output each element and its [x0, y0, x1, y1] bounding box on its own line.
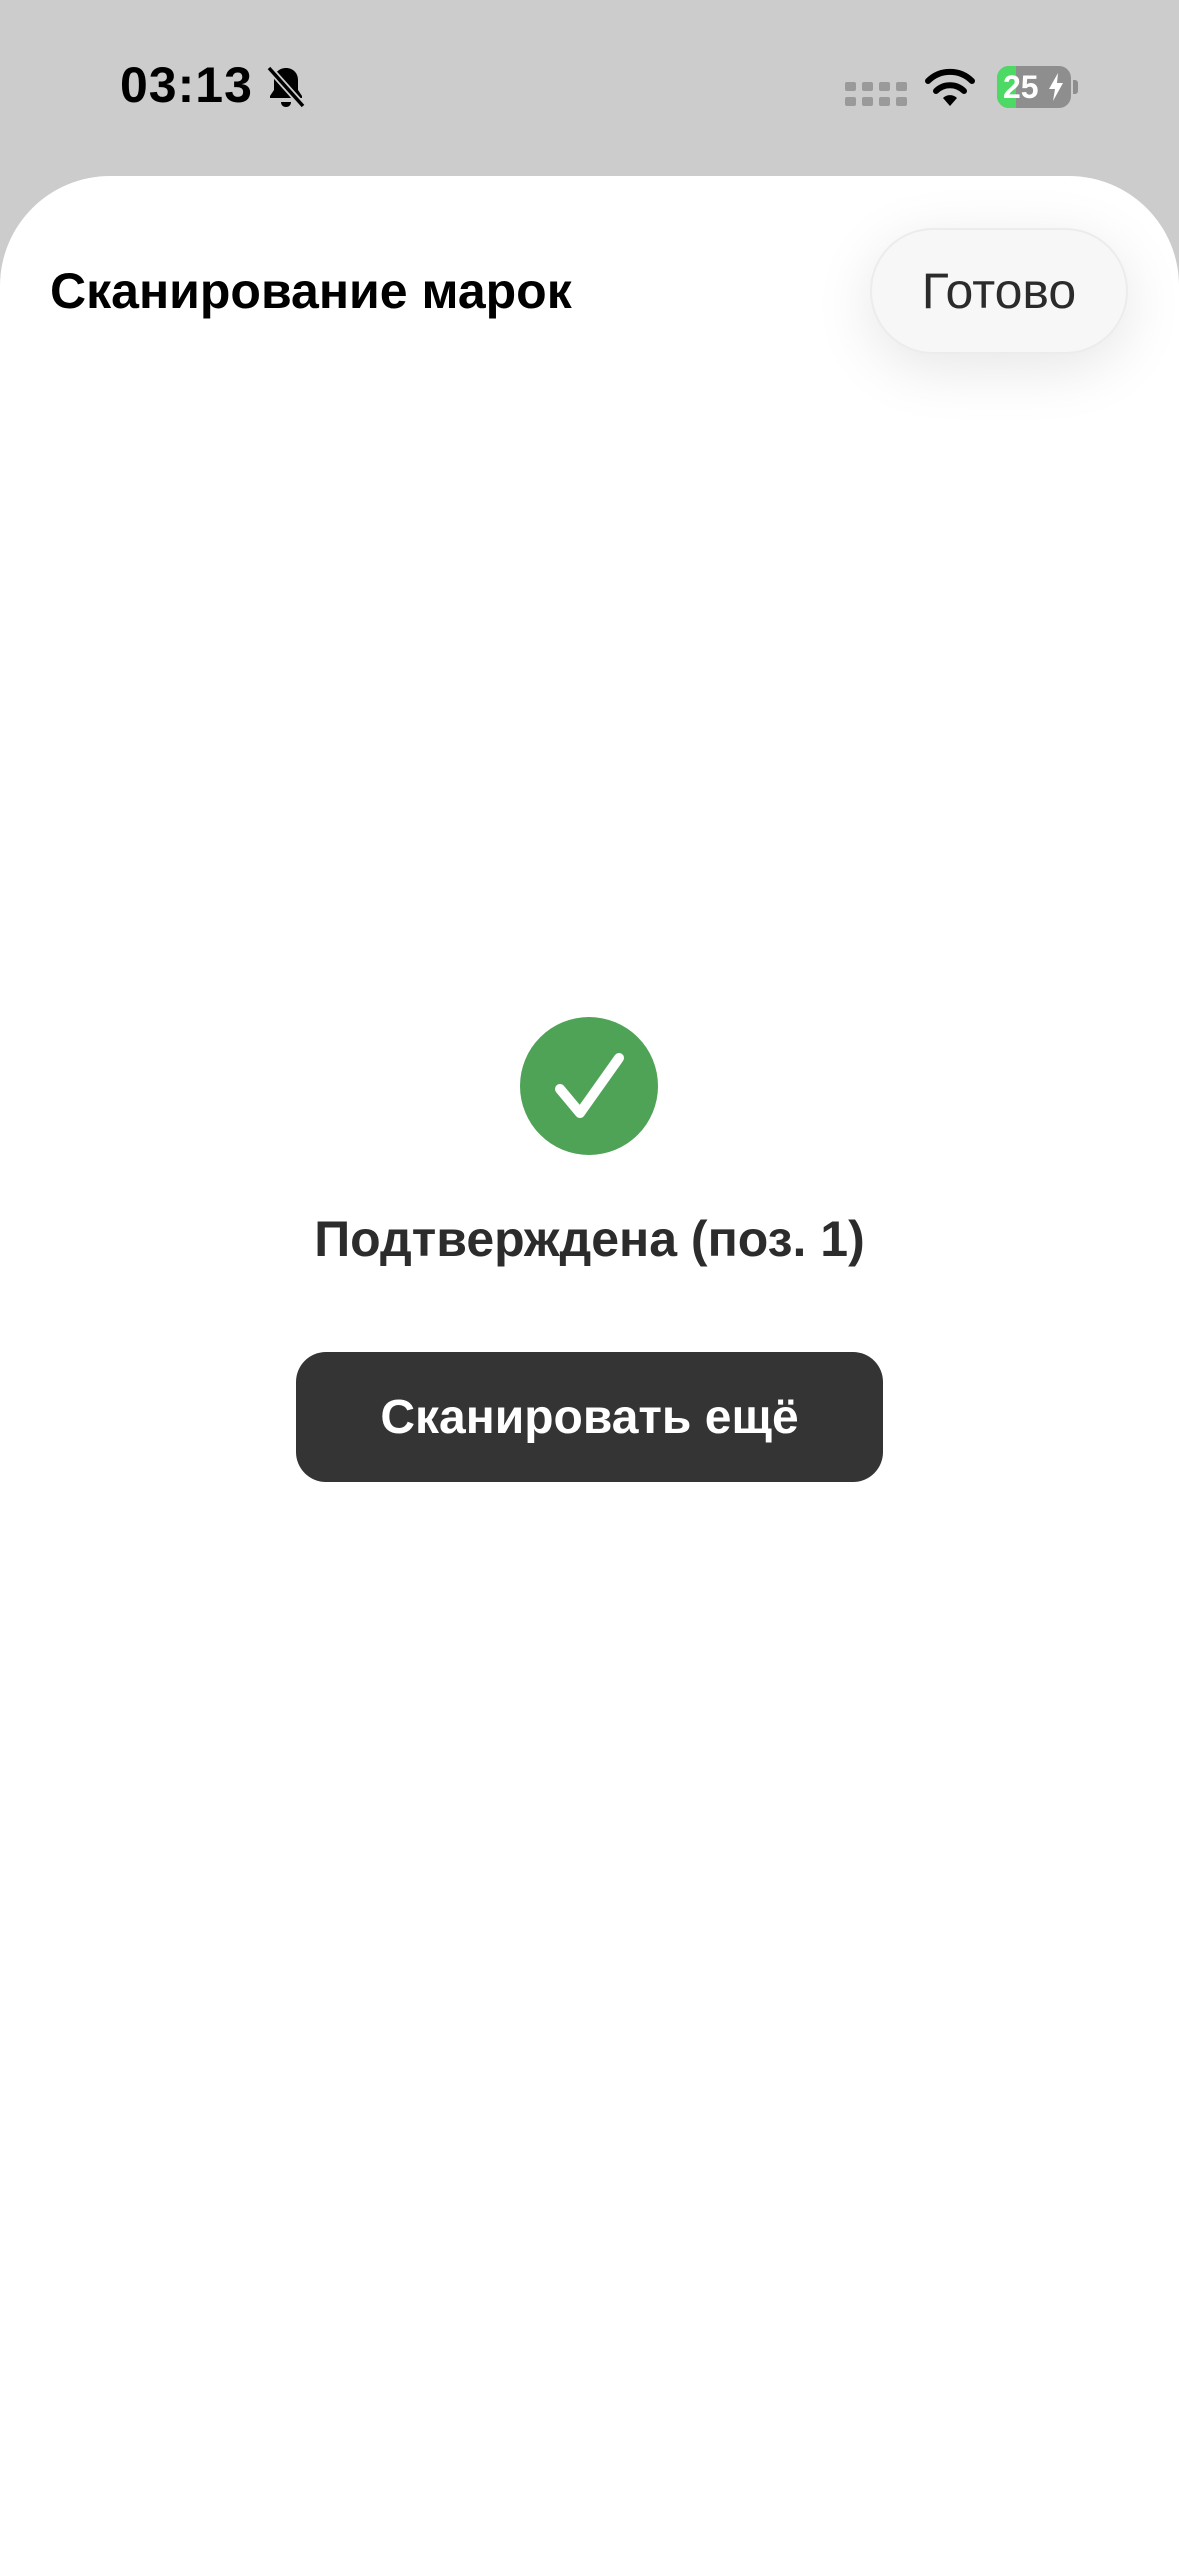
status-time: 03:13	[120, 57, 253, 113]
cellular-icon	[845, 82, 907, 106]
checkmark-circle-icon	[520, 1017, 658, 1155]
sheet-title: Сканирование марок	[50, 263, 572, 319]
done-button[interactable]: Готово	[870, 228, 1128, 354]
result-status-text: Подтверждена (поз. 1)	[314, 1211, 865, 1267]
bell-slash-icon	[266, 65, 306, 109]
battery-cap	[1073, 80, 1078, 94]
status-bar: 03:13 25	[0, 0, 1179, 175]
battery-body: 25	[997, 66, 1071, 108]
battery-level: 25	[1003, 69, 1039, 105]
bolt-icon	[1049, 73, 1063, 101]
scan-more-button[interactable]: Сканировать ещё	[296, 1352, 883, 1482]
checkmark-icon	[555, 1053, 624, 1118]
battery-icon: 25	[997, 66, 1079, 108]
wifi-icon	[925, 68, 975, 106]
